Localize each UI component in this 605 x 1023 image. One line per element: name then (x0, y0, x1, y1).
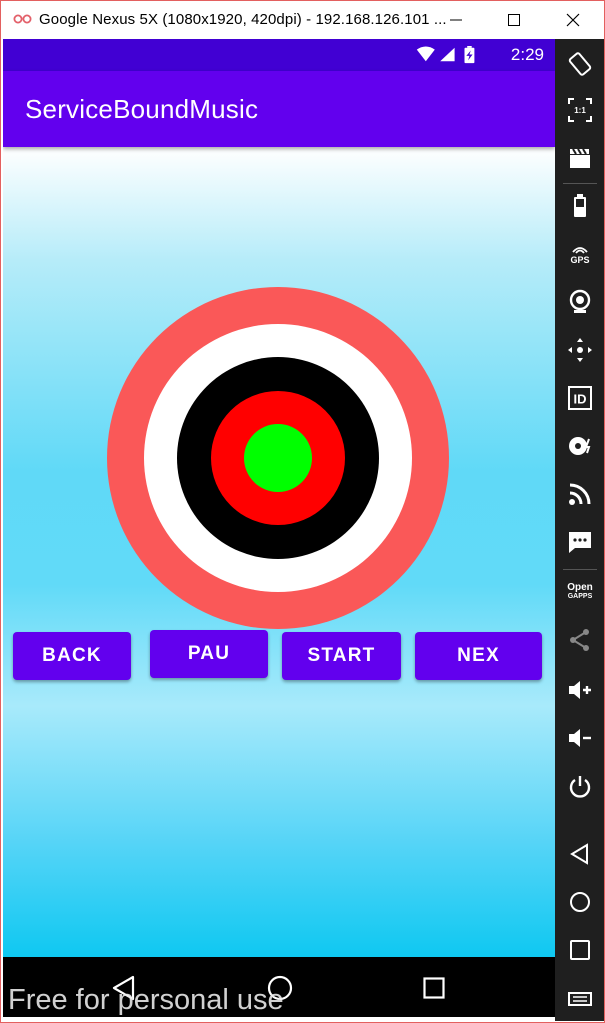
rotate-icon (568, 52, 592, 76)
open-gapps-button[interactable]: Open GAPPS (565, 577, 595, 607)
minimize-icon (450, 19, 462, 21)
volume-down-icon (569, 729, 591, 747)
center-dot (244, 424, 312, 492)
close-icon (566, 13, 580, 27)
battery-icon (574, 194, 586, 217)
network-icon (569, 483, 591, 505)
share-icon (570, 629, 589, 651)
watermark: Free for personal use (8, 984, 284, 1016)
screencast-button[interactable] (565, 143, 595, 173)
battery-charging-icon (464, 46, 475, 64)
start-button[interactable]: START (282, 632, 401, 680)
disk-io-button[interactable] (565, 431, 595, 461)
battery-button[interactable] (565, 191, 595, 221)
recents-icon[interactable] (423, 977, 445, 999)
sidebar-home-button[interactable] (565, 887, 595, 917)
cell-signal-icon (440, 47, 455, 62)
maximize-icon (508, 14, 520, 26)
device-id-button[interactable]: ID (565, 383, 595, 413)
gps-label: GPS (570, 254, 590, 265)
sms-button[interactable] (565, 527, 595, 557)
volume-up-icon (569, 681, 591, 699)
share-button[interactable] (565, 625, 595, 655)
svg-text:1:1: 1:1 (574, 106, 586, 115)
window-titlebar: Google Nexus 5X (1080x1920, 420dpi) - 19… (1, 1, 604, 39)
gapps-label: GAPPS (567, 593, 593, 600)
sms-icon (569, 532, 591, 553)
status-time: 2:29 (510, 45, 544, 64)
pixel-perfect-button[interactable]: 1:1 (565, 95, 595, 125)
window-title: Google Nexus 5X (1080x1920, 420dpi) - 19… (39, 11, 447, 28)
wifi-icon (416, 46, 435, 62)
next-button[interactable]: NEX (415, 632, 542, 680)
power-button[interactable] (565, 771, 595, 801)
close-button[interactable] (558, 6, 588, 34)
app-title: ServiceBoundMusic (25, 94, 259, 124)
gps-button[interactable]: GPS (565, 239, 595, 269)
open-gapps-icon: Open GAPPS (567, 583, 593, 601)
power-icon (569, 776, 591, 798)
dpad-icon (568, 338, 592, 362)
rotate-button[interactable] (565, 49, 595, 79)
open-label: Open (567, 582, 593, 593)
menu-icon (568, 992, 592, 1006)
network-button[interactable] (565, 479, 595, 509)
volume-down-button[interactable] (565, 723, 595, 753)
webcam-button[interactable] (565, 287, 595, 317)
status-icons (416, 46, 475, 64)
sidebar-back-button[interactable] (565, 839, 595, 869)
app-bar: ServiceBoundMusic (3, 71, 555, 147)
recents-icon (570, 940, 590, 960)
target-image (107, 287, 449, 629)
emulator-toolbar: 1:1 GPS ID Open GAPPS (555, 39, 605, 1021)
sidebar-recents-button[interactable] (565, 935, 595, 965)
home-icon (570, 892, 590, 912)
disk-io-icon (569, 437, 591, 455)
back-button[interactable]: BACK (13, 632, 131, 680)
dpad-button[interactable] (565, 335, 595, 365)
gps-icon: GPS (570, 244, 590, 265)
minimize-button[interactable] (441, 6, 471, 34)
webcam-icon (569, 289, 591, 313)
device-id-icon: ID (568, 386, 592, 410)
volume-up-button[interactable] (565, 675, 595, 705)
pause-button[interactable]: PAU (150, 630, 268, 678)
back-icon (570, 843, 588, 865)
screencast-icon (570, 148, 590, 168)
emulator-screen: 2:29 ServiceBoundMusic BACK PAU START NE… (3, 39, 555, 1017)
pixel-perfect-icon: 1:1 (568, 98, 592, 122)
status-bar: 2:29 (3, 39, 555, 71)
genymotion-logo-icon (13, 14, 32, 24)
sidebar-menu-button[interactable] (565, 983, 595, 1013)
maximize-button[interactable] (499, 6, 529, 34)
main-content: BACK PAU START NEX (3, 147, 555, 957)
svg-text:ID: ID (574, 392, 587, 407)
